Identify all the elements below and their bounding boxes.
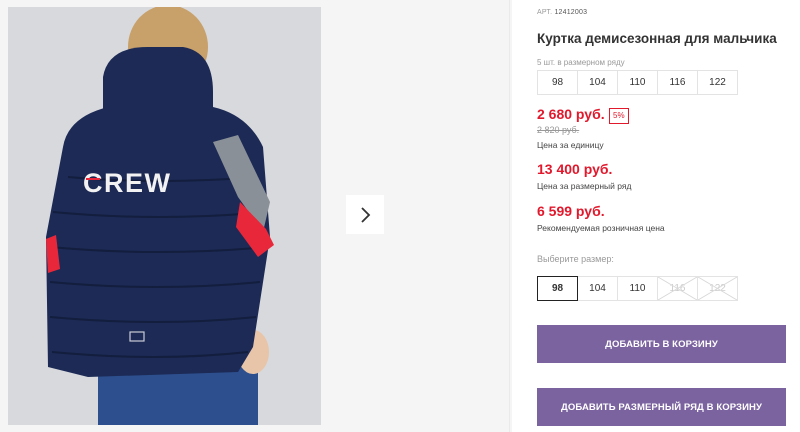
jacket-print-text: CREW: [83, 168, 172, 198]
set-price: 13 400 руб.: [537, 161, 613, 177]
size-range-item: 98: [537, 70, 578, 95]
size-option-116: 116: [657, 276, 698, 301]
size-range-item: 104: [577, 70, 618, 95]
size-option-122: 122: [697, 276, 738, 301]
add-size-set-to-cart-button[interactable]: ДОБАВИТЬ РАЗМЕРНЫЙ РЯД В КОРЗИНУ: [537, 388, 786, 426]
product-photo[interactable]: CREW: [8, 7, 321, 425]
size-range-item: 116: [657, 70, 698, 95]
article-label: АРТ.: [537, 9, 553, 16]
size-selector: 98 104 110 116 122: [537, 276, 738, 301]
old-price: 2 820 руб.: [537, 125, 580, 135]
article-value: 12412003: [554, 9, 588, 16]
unit-price-note: Цена за единицу: [537, 140, 604, 150]
set-price-note: Цена за размерный ряд: [537, 181, 632, 191]
add-to-cart-button[interactable]: ДОБАВИТЬ В КОРЗИНУ: [537, 325, 786, 363]
product-title: Куртка демисезонная для мальчика: [537, 31, 777, 46]
size-range-note: 5 шт. в размерном ряду: [537, 58, 625, 67]
discount-badge: 5%: [609, 108, 629, 124]
size-option-104[interactable]: 104: [577, 276, 618, 301]
unavailable-cross-icon: [698, 277, 737, 300]
unit-price: 2 680 руб.: [537, 106, 605, 122]
jacket-illustration: CREW: [8, 7, 321, 425]
size-option-98[interactable]: 98: [537, 276, 578, 301]
size-option-label: 98: [551, 283, 564, 294]
retail-price-note: Рекомендуемая розничная цена: [537, 223, 665, 233]
unavailable-cross-icon: [658, 277, 697, 300]
size-range-list: 98 104 110 116 122: [537, 70, 738, 95]
size-option-label: 110: [629, 283, 646, 294]
size-range-item: 122: [697, 70, 738, 95]
size-range-item: 110: [617, 70, 658, 95]
product-gallery: CREW: [0, 0, 512, 432]
article-number: АРТ. 12412003: [537, 9, 587, 16]
product-info: АРТ. 12412003 Куртка демисезонная для ма…: [537, 0, 800, 432]
size-option-label: 104: [589, 283, 606, 294]
next-image-button[interactable]: [346, 195, 384, 234]
size-option-110[interactable]: 110: [617, 276, 658, 301]
retail-price: 6 599 руб.: [537, 203, 605, 219]
chevron-right-icon: [361, 206, 371, 223]
gallery-divider: [509, 0, 510, 432]
choose-size-label: Выберите размер:: [537, 254, 614, 264]
